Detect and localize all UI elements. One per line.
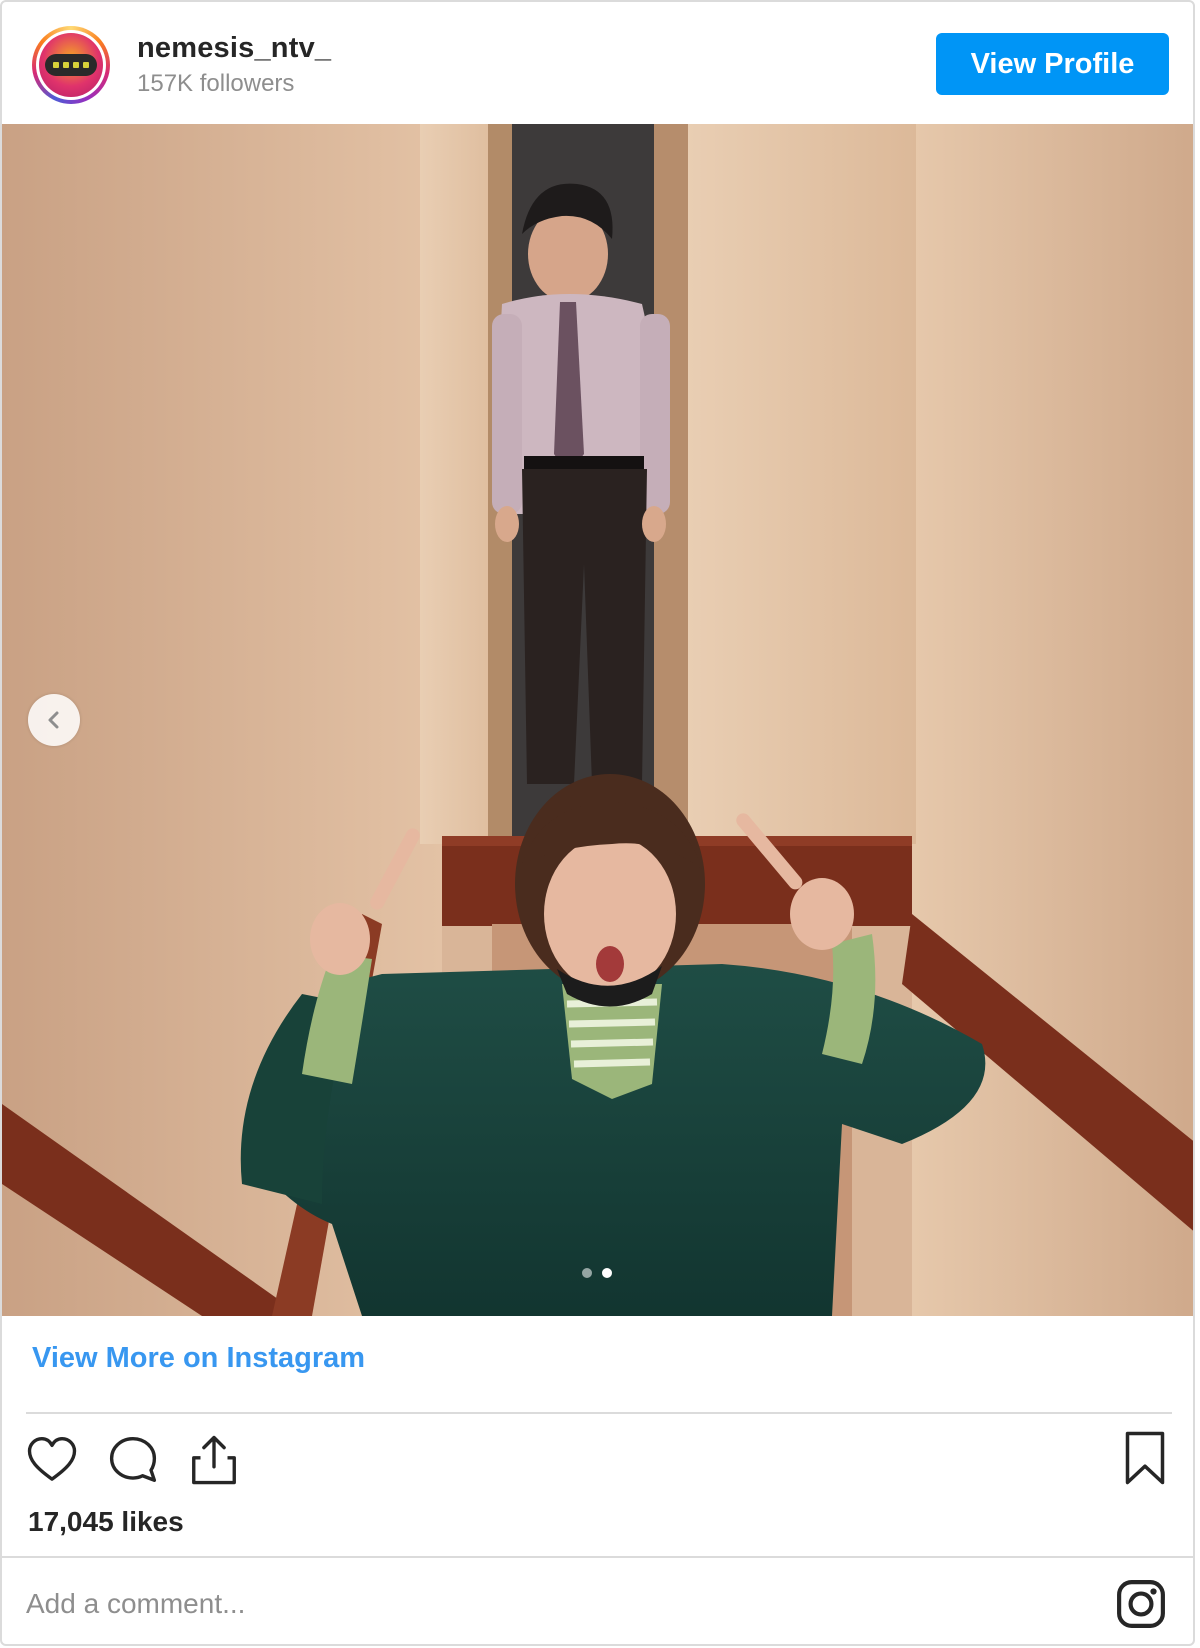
post-photo[interactable] [2,124,1193,1316]
comment-button[interactable] [105,1432,161,1488]
view-profile-button[interactable]: View Profile [936,33,1169,95]
instagram-icon [1117,1580,1165,1628]
bookmark-icon [1125,1431,1165,1485]
comment-bar [2,1556,1193,1644]
avatar-logo [45,54,97,76]
heart-icon [27,1436,77,1481]
follower-count: 157K followers [137,70,295,97]
action-bar [24,1432,242,1488]
chevron-left-icon [48,711,59,729]
avatar-inner [36,30,106,100]
comment-input[interactable] [26,1580,1026,1628]
instagram-embed-card: nemesis_ntv_ 157K followers View Profile [0,0,1195,1646]
profile-avatar[interactable] [32,26,110,104]
like-button[interactable] [24,1432,80,1488]
footer-divider [26,1412,1172,1414]
likes-count: 17,045 likes [28,1506,184,1537]
comment-icon [109,1436,157,1482]
share-icon [192,1435,236,1485]
carousel-dot [582,1268,592,1278]
carousel-indicator [582,1268,612,1278]
save-button[interactable] [1117,1430,1173,1486]
username[interactable]: nemesis_ntv_ [137,32,331,65]
view-more-link[interactable]: View More on Instagram [32,1342,365,1375]
post-header: nemesis_ntv_ 157K followers View Profile [2,2,1193,124]
share-button[interactable] [186,1432,242,1488]
carousel-prev-button[interactable] [28,694,80,746]
instagram-logo-link[interactable] [1115,1578,1167,1630]
carousel-dot-active [602,1268,612,1278]
photo-illustration [2,124,1193,1316]
avatar-image [39,33,103,97]
